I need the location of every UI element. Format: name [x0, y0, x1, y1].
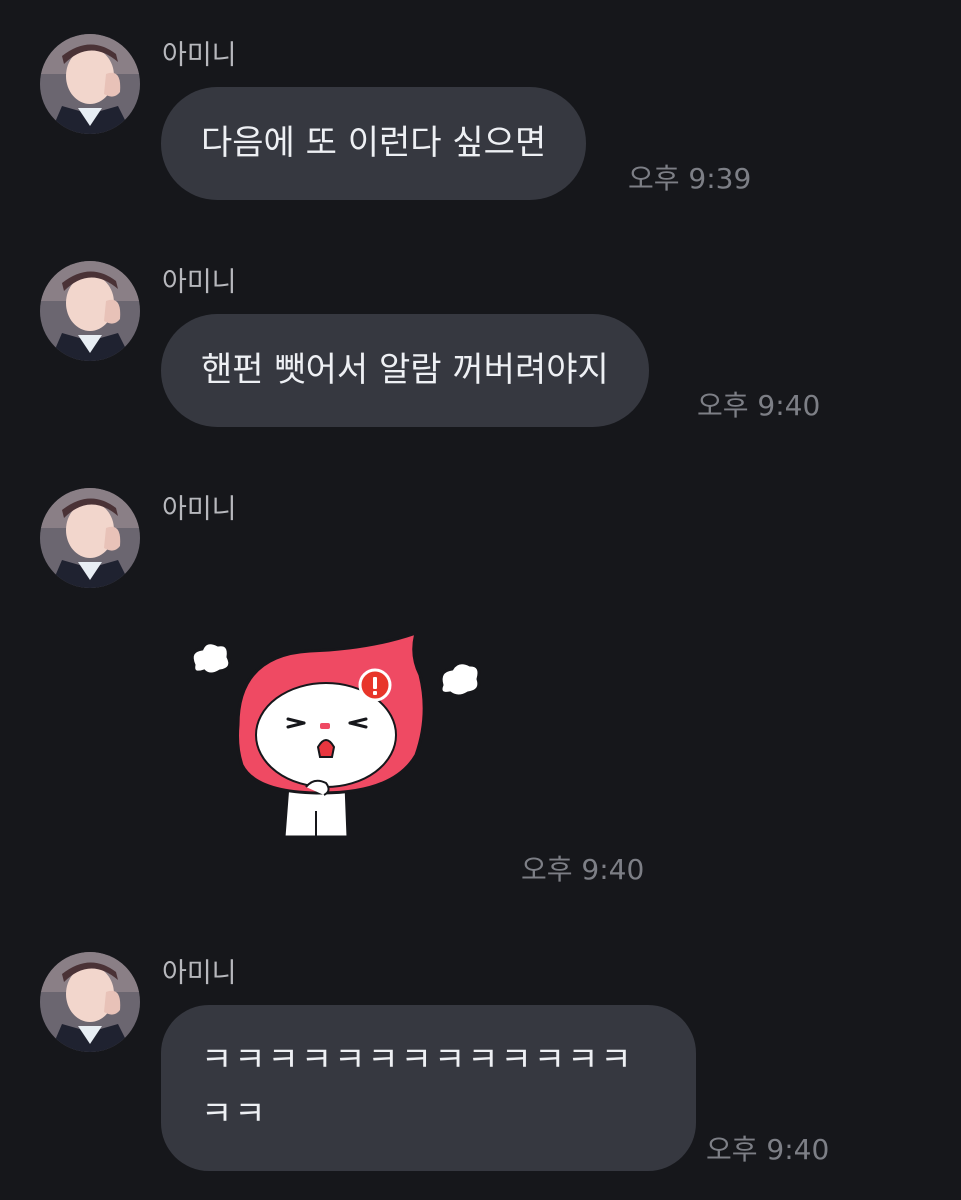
sender-name: 아미니	[162, 958, 237, 989]
message-text-line: ㅋㅋ	[201, 1094, 268, 1134]
message-timestamp: 오후 9:40	[521, 853, 645, 886]
avatar[interactable]	[40, 261, 140, 361]
right-puff-icon	[439, 661, 481, 698]
angry-character-sticker[interactable]	[180, 615, 490, 855]
message-bubble[interactable]: 다음에 또 이런다 싶으면	[161, 87, 587, 200]
avatar[interactable]	[40, 488, 140, 588]
message-bubble[interactable]: 핸펀 뺏어서 알람 꺼버려야지	[161, 314, 649, 427]
message-bubble[interactable]: ㅋㅋㅋㅋㅋㅋㅋㅋㅋㅋㅋㅋㅋ ㅋㅋ	[161, 1005, 696, 1171]
message-text-line: ㅋㅋㅋㅋㅋㅋㅋㅋㅋㅋㅋㅋㅋ	[201, 1040, 634, 1080]
message-timestamp: 오후 9:40	[697, 389, 821, 422]
sender-name: 아미니	[162, 494, 237, 525]
avatar[interactable]	[40, 34, 140, 134]
sender-name: 아미니	[162, 40, 237, 71]
sender-name: 아미니	[162, 267, 237, 298]
left-puff-icon	[190, 641, 232, 676]
avatar[interactable]	[40, 952, 140, 1052]
message-timestamp: 오후 9:39	[628, 162, 752, 195]
message-timestamp: 오후 9:40	[706, 1133, 830, 1166]
notification-badge-icon	[358, 668, 392, 702]
